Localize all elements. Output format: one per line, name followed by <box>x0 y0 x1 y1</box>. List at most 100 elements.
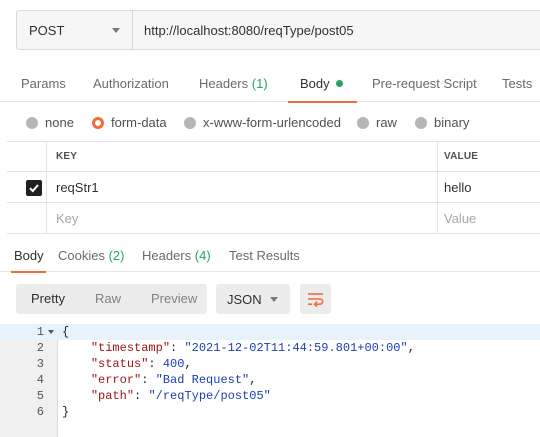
checkmark-icon <box>29 184 39 193</box>
radio-binary-label: binary <box>434 115 470 130</box>
code-line: 1 { <box>0 324 540 340</box>
radio-form-data-circle <box>92 116 104 129</box>
radio-raw-label: raw <box>376 115 397 130</box>
new-key-input[interactable]: Key <box>47 203 438 233</box>
new-row-check-cell <box>7 203 47 233</box>
value-header-label: VALUE <box>444 151 479 162</box>
format-label: JSON <box>227 291 262 307</box>
key-header-label: KEY <box>56 151 78 162</box>
table-header-row: KEY VALUE <box>7 142 540 172</box>
json-key: "path" <box>90 389 135 403</box>
body-type-selector: none form-data x-www-form-urlencoded raw… <box>0 110 540 134</box>
tab-prerequest-script[interactable]: Pre-request Script <box>372 66 477 102</box>
cookies-count: (2) <box>108 248 125 263</box>
line-number: 6 <box>36 405 44 419</box>
code-text: "path": "/reqType/post05" <box>90 389 271 403</box>
tab-response-headers-label: Headers <box>142 248 192 263</box>
tab-response-headers[interactable]: Headers (4) <box>142 239 211 272</box>
json-value: "2021-12-02T11:44:59.801+00:00" <box>184 341 408 355</box>
key-column-header: KEY <box>47 142 438 171</box>
code-text: "status": 400, <box>90 357 192 371</box>
line-number: 4 <box>36 373 44 387</box>
method-select[interactable]: POST <box>17 11 133 49</box>
form-data-table: KEY VALUE reqStr1 hello Key Value <box>7 141 540 234</box>
row-key-cell[interactable]: reqStr1 <box>47 172 438 202</box>
radio-urlencoded-label: x-www-form-urlencoded <box>203 115 341 130</box>
code-line: 4 "error": "Bad Request", <box>0 372 540 388</box>
radio-raw[interactable]: raw <box>357 115 397 130</box>
tab-tests[interactable]: Tests <box>502 66 532 102</box>
json-value: 400 <box>162 357 185 371</box>
code-text: { <box>62 325 70 339</box>
radio-binary[interactable]: binary <box>415 115 469 130</box>
radio-urlencoded[interactable]: x-www-form-urlencoded <box>184 115 341 130</box>
view-mode-group: Pretty Raw Preview <box>16 284 207 314</box>
pretty-button[interactable]: Pretty <box>16 284 80 314</box>
format-select[interactable]: JSON <box>216 284 290 314</box>
radio-binary-circle <box>415 116 427 129</box>
request-bar: POST http://localhost:8080/reqType/post0… <box>16 10 540 50</box>
row-value-cell[interactable]: hello <box>438 172 540 202</box>
url-input[interactable]: http://localhost:8080/reqType/post05 <box>133 11 540 49</box>
line-number: 1 <box>36 325 44 339</box>
new-value-input[interactable]: Value <box>438 203 540 233</box>
tab-response-body-label: Body <box>14 248 44 263</box>
tab-params-label: Params <box>21 76 66 91</box>
radio-form-data[interactable]: form-data <box>92 115 167 130</box>
code-line: 2 "timestamp": "2021-12-02T11:44:59.801+… <box>0 340 540 356</box>
preview-button[interactable]: Preview <box>136 284 212 314</box>
radio-none-label: none <box>45 115 74 130</box>
code-text: "error": "Bad Request", <box>90 373 257 387</box>
new-key-placeholder: Key <box>56 210 79 226</box>
response-tabs: Body Cookies (2) Headers (4) Test Result… <box>0 239 540 273</box>
chevron-down-icon <box>270 297 278 302</box>
table-row: reqStr1 hello <box>7 172 540 203</box>
tab-authorization-label: Authorization <box>93 76 169 91</box>
method-label: POST <box>29 22 65 38</box>
fold-arrow-icon[interactable] <box>48 330 54 334</box>
row-key-text: reqStr1 <box>56 179 99 195</box>
headers-count: (1) <box>251 76 268 91</box>
code-line: 3 "status": 400, <box>0 356 540 372</box>
line-number: 3 <box>36 357 44 371</box>
radio-none[interactable]: none <box>26 115 74 130</box>
radio-urlencoded-circle <box>184 116 196 129</box>
wrap-lines-button[interactable] <box>300 284 331 314</box>
tab-authorization[interactable]: Authorization <box>93 66 169 102</box>
request-tabs: Params Authorization Headers (1) Body Pr… <box>0 66 540 103</box>
value-column-header: VALUE <box>438 142 540 171</box>
tab-test-results[interactable]: Test Results <box>229 239 300 272</box>
code-text: } <box>62 405 70 419</box>
line-number: 2 <box>36 341 44 355</box>
radio-none-circle <box>26 116 38 129</box>
response-headers-count: (4) <box>194 248 211 263</box>
header-check-cell <box>7 142 47 171</box>
line-number: 5 <box>36 389 44 403</box>
body-indicator-dot <box>335 80 343 87</box>
code-line: 6 } <box>0 404 540 420</box>
tab-body[interactable]: Body <box>288 66 357 103</box>
new-value-placeholder: Value <box>444 210 477 226</box>
tab-headers-label: Headers <box>199 76 249 91</box>
tab-test-results-label: Test Results <box>229 248 300 263</box>
tab-response-body[interactable]: Body <box>11 239 46 273</box>
code-text: "timestamp": "2021-12-02T11:44:59.801+00… <box>90 341 415 355</box>
tab-prerequest-label: Pre-request Script <box>372 76 477 91</box>
table-new-row: Key Value <box>7 203 540 234</box>
tab-cookies[interactable]: Cookies (2) <box>58 239 124 272</box>
tab-tests-label: Tests <box>502 76 533 91</box>
tab-body-label: Body <box>300 76 330 91</box>
tab-cookies-label: Cookies <box>58 248 105 263</box>
response-code-viewer[interactable]: 1 { 2 "timestamp": "2021-12-02T11:44:59.… <box>0 324 540 437</box>
wrap-lines-icon <box>308 293 324 307</box>
json-key: "timestamp" <box>90 341 171 355</box>
code-line: 5 "path": "/reqType/post05" <box>0 388 540 404</box>
row-check-cell <box>7 172 47 202</box>
tab-params[interactable]: Params <box>21 66 66 102</box>
row-enabled-checkbox[interactable] <box>26 180 42 196</box>
radio-form-data-label: form-data <box>111 115 167 130</box>
raw-button[interactable]: Raw <box>80 284 136 314</box>
json-key: "status" <box>90 357 149 371</box>
row-value-text: hello <box>444 179 472 195</box>
tab-headers[interactable]: Headers (1) <box>199 66 268 102</box>
